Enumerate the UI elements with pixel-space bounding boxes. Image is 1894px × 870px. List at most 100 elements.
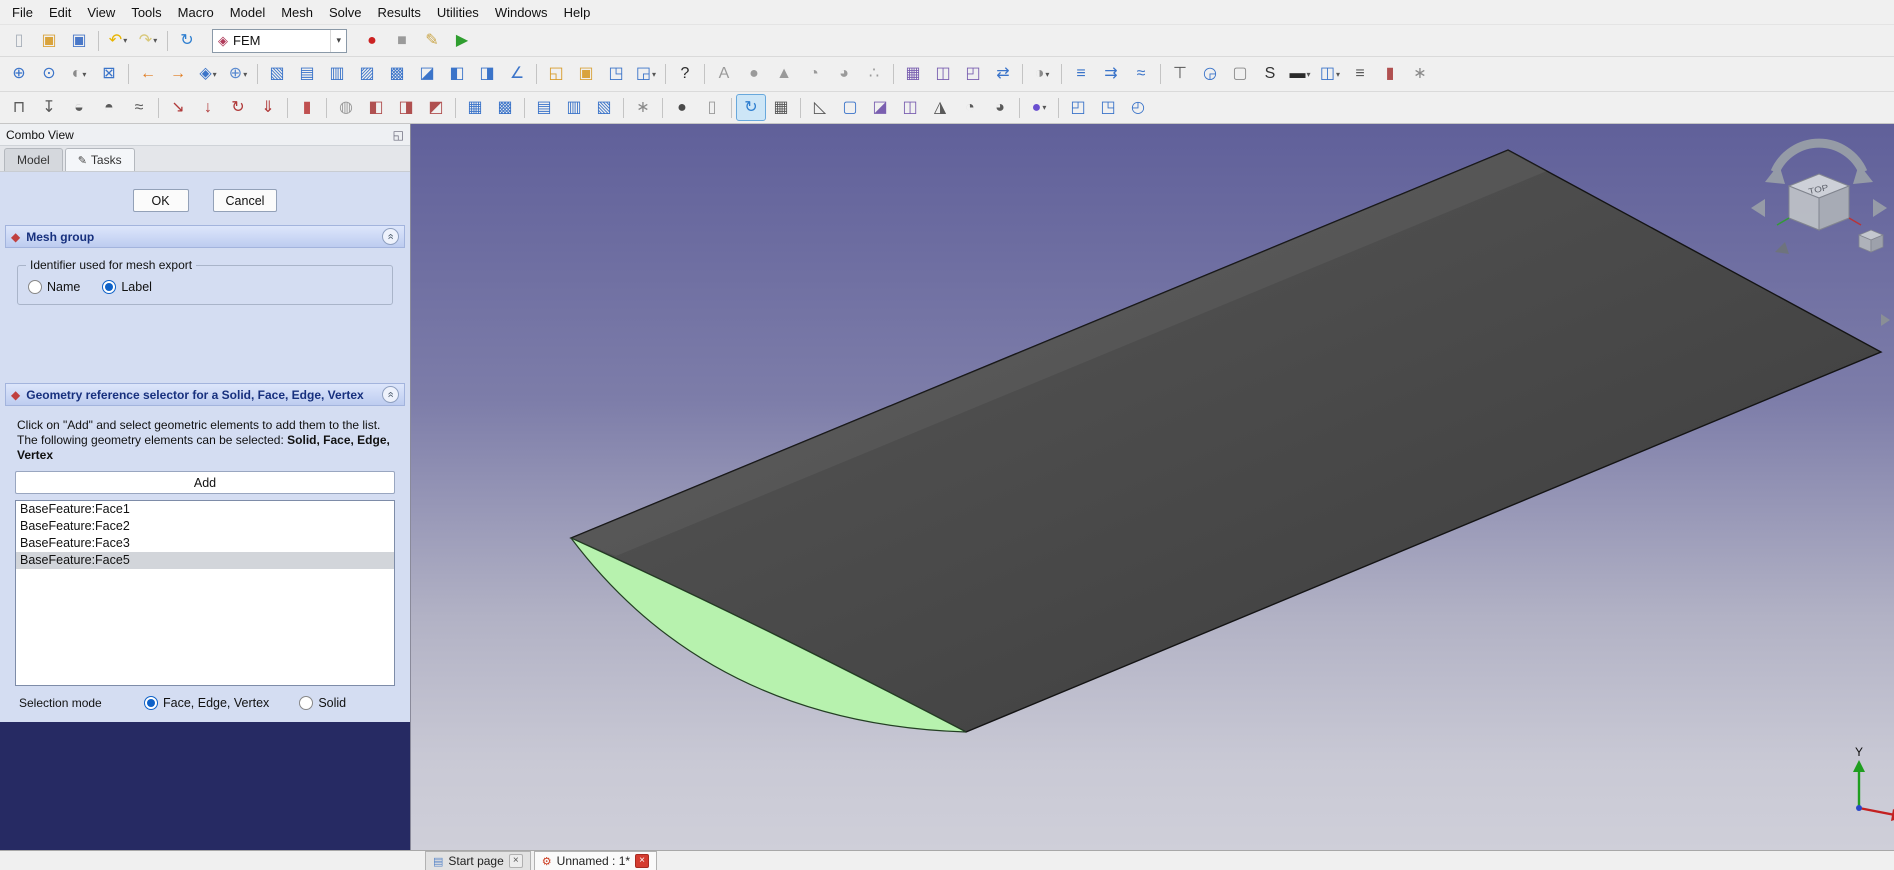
- wing-solid[interactable]: [571, 150, 1881, 732]
- axis-cross-icon[interactable]: ⊤: [1165, 61, 1195, 88]
- thermal-settings-icon[interactable]: ▮: [1375, 61, 1405, 88]
- view-isometric-icon[interactable]: ◈: [193, 61, 223, 88]
- macro-record-icon[interactable]: ●: [357, 27, 387, 54]
- element-geometry-1d-icon[interactable]: ◧: [361, 94, 391, 121]
- create-part-icon[interactable]: ◱: [541, 61, 571, 88]
- separator[interactable]: [661, 61, 670, 88]
- femmesh-to-mesh-icon[interactable]: ●: [667, 94, 697, 121]
- document-tab[interactable]: ▤ Start page ×: [425, 851, 531, 870]
- separator[interactable]: [322, 94, 331, 121]
- separator[interactable]: [520, 94, 529, 121]
- pan-right-arrow-icon[interactable]: [1873, 199, 1887, 217]
- view-top-icon[interactable]: ▥: [322, 61, 352, 88]
- ok-button[interactable]: OK: [133, 189, 189, 212]
- selection-filter-icon[interactable]: ≡: [1345, 61, 1375, 88]
- post-clip-filter-icon[interactable]: ◰: [1063, 94, 1093, 121]
- macro-stop-icon[interactable]: ■: [387, 27, 417, 54]
- reference-list-item[interactable]: BaseFeature:Face5: [16, 552, 394, 569]
- undo-icon[interactable]: ↶: [103, 27, 133, 54]
- menu-item[interactable]: Edit: [41, 3, 79, 22]
- nav-back-icon[interactable]: ←: [133, 61, 163, 88]
- separator[interactable]: [451, 94, 460, 121]
- identifier-radio[interactable]: Name: [28, 280, 80, 294]
- separator[interactable]: [727, 94, 736, 121]
- open-document-icon[interactable]: ▣: [34, 27, 64, 54]
- mirror-icon[interactable]: ◫: [928, 61, 958, 88]
- corner-arrow-left-icon[interactable]: [1775, 242, 1789, 254]
- workbench-selector[interactable]: ◈ FEM ▾: [212, 29, 347, 53]
- box-selection-icon[interactable]: ⊠: [94, 61, 124, 88]
- points-convert-icon[interactable]: ∴: [859, 61, 889, 88]
- menu-item[interactable]: Results: [370, 3, 429, 22]
- menu-item[interactable]: Mesh: [273, 3, 321, 22]
- separator[interactable]: [1054, 94, 1063, 121]
- make-link-icon[interactable]: ◳: [601, 61, 631, 88]
- appearance-icon[interactable]: ◑: [1027, 61, 1057, 88]
- mesh-gmsh-icon[interactable]: ▩: [490, 94, 520, 121]
- constraint-tie-icon[interactable]: ◓: [94, 94, 124, 121]
- combo-view-tab[interactable]: ✎ Tasks: [65, 148, 135, 171]
- menu-item[interactable]: File: [4, 3, 41, 22]
- mesh-netgen-icon[interactable]: ▦: [460, 94, 490, 121]
- navigation-cube[interactable]: TOP: [1751, 143, 1887, 254]
- menu-item[interactable]: Tools: [123, 3, 169, 22]
- collapse-section-button[interactable]: «: [382, 228, 399, 245]
- view-front-icon[interactable]: ▤: [292, 61, 322, 88]
- scene-inspector-icon[interactable]: ≡: [1066, 61, 1096, 88]
- filter-clip-region-icon[interactable]: ◔: [955, 94, 985, 121]
- cancel-button[interactable]: Cancel: [213, 189, 278, 212]
- combo-view-header[interactable]: Combo View ◱: [0, 124, 410, 146]
- separator[interactable]: [283, 94, 292, 121]
- primitive-cone-icon[interactable]: ▲: [769, 61, 799, 88]
- macro-play-icon[interactable]: ▶: [447, 27, 477, 54]
- separator[interactable]: [1018, 61, 1027, 88]
- annotation-text-icon[interactable]: A: [709, 61, 739, 88]
- view-home-icon[interactable]: ▧: [262, 61, 292, 88]
- mesh-region-icon[interactable]: ▦: [766, 94, 796, 121]
- primitive-ellipsoid-icon[interactable]: ●: [739, 61, 769, 88]
- measure-distance-icon[interactable]: ∠: [502, 61, 532, 88]
- separator[interactable]: [889, 61, 898, 88]
- beam-section-icon[interactable]: ◍: [331, 94, 361, 121]
- menu-item[interactable]: Solve: [321, 3, 370, 22]
- post-pipeline-icon[interactable]: ●: [1024, 94, 1054, 121]
- reference-list-item[interactable]: BaseFeature:Face1: [16, 501, 394, 518]
- measure-linear-icon[interactable]: ▬: [1285, 61, 1315, 88]
- mesh-clear-icon[interactable]: ▢: [835, 94, 865, 121]
- save-document-icon[interactable]: ▣: [64, 27, 94, 54]
- float-panel-icon[interactable]: ◱: [393, 128, 404, 142]
- menu-item[interactable]: Windows: [487, 3, 556, 22]
- separator[interactable]: [532, 61, 541, 88]
- pan-left-arrow-icon[interactable]: [1751, 199, 1765, 217]
- shape-refine-icon[interactable]: ◕: [829, 61, 859, 88]
- menu-item[interactable]: Macro: [170, 3, 222, 22]
- whats-this-icon[interactable]: ?: [670, 61, 700, 88]
- array-icon[interactable]: ▦: [898, 61, 928, 88]
- view-axonometric-icon[interactable]: ◨: [472, 61, 502, 88]
- nav-forward-icon[interactable]: →: [163, 61, 193, 88]
- constraint-force-icon[interactable]: ↘: [163, 94, 193, 121]
- new-document-icon[interactable]: ▯: [4, 27, 34, 54]
- add-button[interactable]: Add: [15, 471, 395, 494]
- mesh-boundary-layer-icon[interactable]: ▤: [529, 94, 559, 121]
- mesh-refinement-icon[interactable]: ▥: [559, 94, 589, 121]
- document-tab[interactable]: ⚙ Unnamed : 1* ×: [534, 851, 657, 870]
- refresh-icon[interactable]: ↻: [172, 27, 202, 54]
- mesh-result-display-icon[interactable]: ▧: [589, 94, 619, 121]
- menu-item[interactable]: Utilities: [429, 3, 487, 22]
- shape-builder-icon[interactable]: ◔: [799, 61, 829, 88]
- view-left-icon[interactable]: ◧: [442, 61, 472, 88]
- draw-style-icon[interactable]: ◐: [64, 61, 94, 88]
- view-right-icon[interactable]: ▨: [352, 61, 382, 88]
- combo-view-tab[interactable]: Model: [4, 148, 63, 171]
- separator[interactable]: [1015, 94, 1024, 121]
- separator[interactable]: [1156, 61, 1165, 88]
- tab-close-icon[interactable]: ×: [509, 854, 523, 868]
- texture-mapping-icon[interactable]: ▢: [1225, 61, 1255, 88]
- dependency-graph-icon[interactable]: ⇉: [1096, 61, 1126, 88]
- constraint-centrifugal-icon[interactable]: ↻: [223, 94, 253, 121]
- redo-icon[interactable]: ↷: [133, 27, 163, 54]
- solver-icon[interactable]: S: [1255, 61, 1285, 88]
- rotate-orbit-arrow-icon[interactable]: [1775, 143, 1863, 172]
- view-rear-icon[interactable]: ▩: [382, 61, 412, 88]
